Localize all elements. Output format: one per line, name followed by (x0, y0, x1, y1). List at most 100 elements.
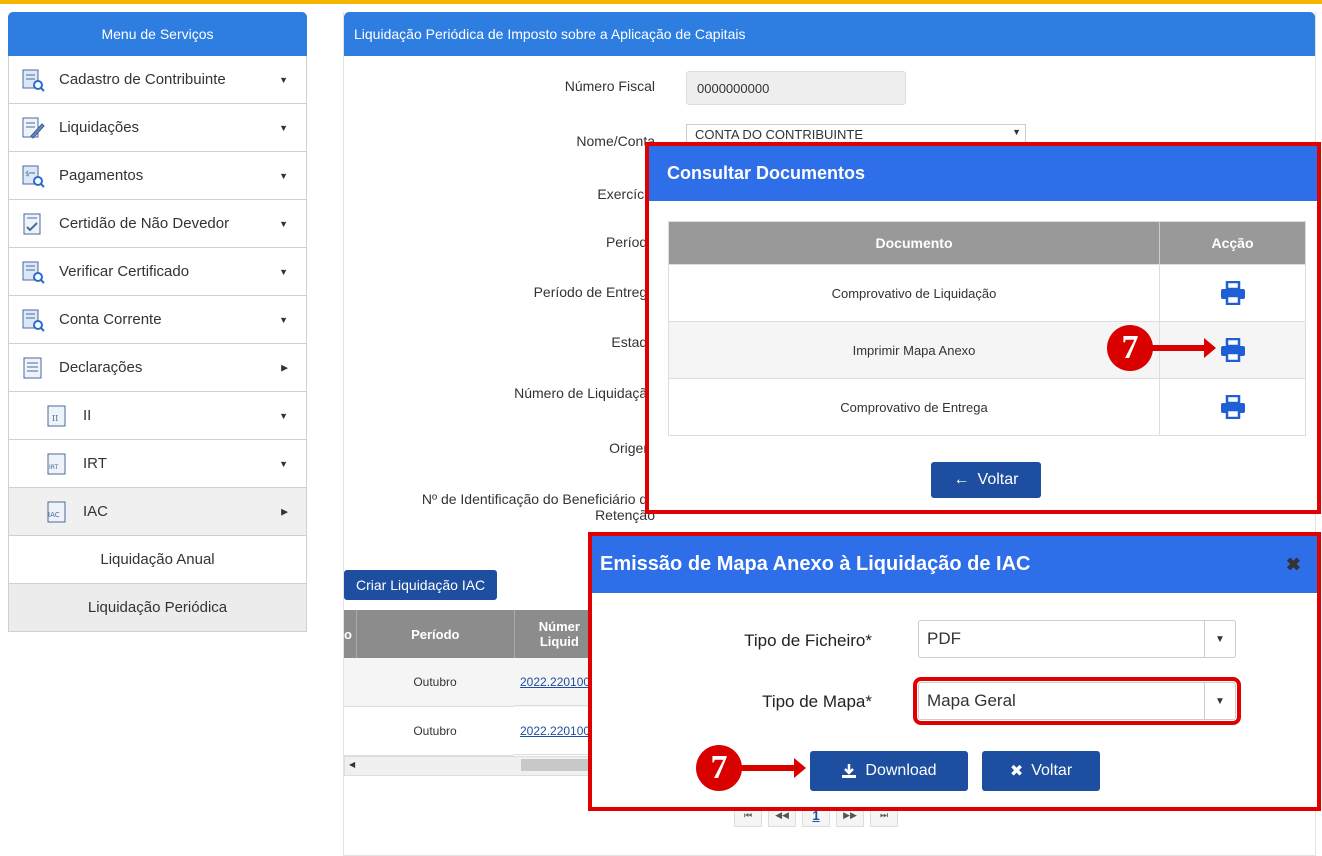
sidebar-item-conta-corrente[interactable]: Conta Corrente ▼ (8, 296, 307, 344)
svg-text:II: II (52, 414, 58, 423)
sidebar-item-cadastro[interactable]: Cadastro de Contribuinte ▼ (8, 56, 307, 104)
sidebar-item-liquidacao-periodica[interactable]: Liquidação Periódica (8, 584, 307, 632)
sidebar-item-label: Verificar Certificado (59, 263, 190, 280)
beneficiario-label: Nº de Identificação do Beneficiário da R… (421, 491, 655, 523)
chevron-down-icon: ▼ (279, 122, 288, 133)
document-search-icon: $ (21, 164, 45, 188)
voltar-button[interactable]: ← Voltar (931, 462, 1041, 498)
sidebar-item-pagamentos[interactable]: $ Pagamentos ▼ (8, 152, 307, 200)
sidebar-item-label: IRT (83, 455, 107, 472)
cell-periodo: Outubro (356, 707, 514, 756)
sidebar-item-irt[interactable]: IRT IRT ▼ (8, 440, 307, 488)
table-header: o Período Númer Liquid (344, 610, 604, 658)
arrow-right-icon (741, 758, 806, 778)
table-row: Comprovativo de Entrega (669, 378, 1305, 435)
chevron-down-icon: ▼ (1204, 621, 1235, 657)
liquidacoes-table: o Período Númer Liquid Outubro 2022.2201… (344, 610, 604, 776)
download-button[interactable]: Download (810, 751, 968, 791)
ledger-search-icon (21, 308, 45, 332)
chevron-down-icon: ▼ (279, 74, 288, 85)
document-icon (21, 356, 45, 380)
print-icon[interactable] (1220, 338, 1246, 362)
sidebar-item-declaracoes[interactable]: Declarações ▶ (8, 344, 307, 392)
page-title: Liquidação Periódica de Imposto sobre a … (344, 12, 1315, 56)
top-accent-bar (0, 0, 1322, 4)
svg-text:IRT: IRT (49, 464, 59, 471)
cell-periodo: Outubro (356, 658, 514, 707)
arrow-right-icon (1152, 338, 1216, 358)
svg-text:IAC: IAC (48, 511, 60, 519)
document-edit-icon (21, 116, 45, 140)
chevron-down-icon: ▼ (279, 314, 288, 325)
close-icon: ✖ (1009, 763, 1024, 780)
voltar-button[interactable]: ✖ Voltar (982, 751, 1100, 791)
document-name: Comprovativo de Liquidação (669, 265, 1160, 321)
close-icon[interactable]: ✖ (1286, 554, 1301, 575)
chevron-down-icon: ▼ (279, 266, 288, 277)
document-name: Comprovativo de Entrega (669, 379, 1160, 435)
sidebar-item-label: Declarações (59, 359, 143, 376)
table-row: Outubro 2022.220100 (344, 707, 604, 756)
chevron-down-icon: ▼ (1012, 127, 1021, 137)
column-header-accao: Acção (1211, 235, 1254, 251)
periodo-entrega-label: Período de Entrega (533, 284, 655, 300)
modal-title: Emissão de Mapa Anexo à Liquidação de IA… (592, 536, 1317, 593)
numero-fiscal-label: Número Fiscal (564, 78, 655, 94)
sidebar-item-liquidacoes[interactable]: Liquidações ▼ (8, 104, 307, 152)
tipo-ficheiro-select[interactable]: PDF ▼ (918, 620, 1236, 658)
document-search-icon (21, 68, 45, 92)
sidebar-item-label: Liquidações (59, 119, 140, 136)
sidebar-item-verificar-certificado[interactable]: Verificar Certificado ▼ (8, 248, 307, 296)
document-check-icon (21, 212, 45, 236)
sidebar-item-certidao[interactable]: Certidão de Não Devedor ▼ (8, 200, 307, 248)
nome-conta-label: Nome/Conta (576, 133, 655, 149)
print-icon[interactable] (1220, 281, 1246, 305)
document-irt-icon: IRT (45, 452, 69, 476)
step-badge: 7 (696, 745, 742, 791)
print-icon[interactable] (1220, 395, 1246, 419)
horizontal-scrollbar[interactable]: ◀ (344, 756, 604, 776)
tipo-mapa-label: Tipo de Mapa* (762, 692, 872, 711)
step-badge: 7 (1107, 325, 1153, 371)
tipo-ficheiro-label: Tipo de Ficheiro* (744, 631, 872, 650)
document-ii-icon: II (45, 404, 69, 428)
svg-text:$: $ (25, 170, 29, 178)
sidebar-item-ii[interactable]: II II ▼ (8, 392, 307, 440)
sidebar-item-label: Certidão de Não Devedor (59, 215, 230, 232)
document-name: Imprimir Mapa Anexo (669, 322, 1160, 378)
tipo-mapa-select[interactable]: Mapa Geral ▼ (913, 677, 1241, 725)
chevron-down-icon: ▼ (1204, 683, 1235, 719)
nome-conta-value: CONTA DO CONTRIBUINTE (695, 127, 864, 142)
numero-fiscal-field[interactable]: 0000000000 (686, 71, 906, 105)
sidebar-item-iac[interactable]: IAC IAC ▶ (8, 488, 307, 536)
sidebar-item-label: II (83, 407, 92, 424)
chevron-down-icon: ▼ (279, 410, 288, 421)
arrow-left-icon: ← (953, 471, 970, 488)
sidebar-item-label: IAC (83, 503, 109, 520)
chevron-down-icon: ▼ (279, 170, 288, 181)
criar-liquidacao-button[interactable]: Criar Liquidação IAC (344, 570, 498, 600)
scroll-left-icon[interactable]: ◀ (349, 760, 355, 769)
chevron-right-icon: ▶ (281, 506, 288, 516)
consultar-documentos-modal: Consultar Documentos Documento Acção Com… (645, 142, 1321, 514)
chevron-down-icon: ▼ (279, 458, 288, 469)
column-header-periodo: Período (355, 610, 514, 658)
modal-title: Consultar Documentos (649, 146, 1317, 201)
download-icon (842, 764, 857, 778)
column-header-documento: Documento (669, 222, 1160, 264)
table-row: Outubro 2022.220100 (344, 658, 604, 707)
chevron-down-icon: ▼ (279, 218, 288, 229)
document-iac-icon: IAC (45, 500, 69, 524)
sidebar: Menu de Serviços Cadastro de Contribuint… (8, 12, 307, 632)
table-row: Comprovativo de Liquidação (669, 264, 1305, 321)
sidebar-item-liquidacao-anual[interactable]: Liquidação Anual (8, 536, 307, 584)
certificate-search-icon (21, 260, 45, 284)
sidebar-item-label: Pagamentos (59, 167, 144, 184)
nome-conta-select[interactable]: CONTA DO CONTRIBUINTE ▼ (686, 124, 1026, 144)
numero-liquidacao-label: Número de Liquidação (514, 385, 655, 401)
sidebar-item-label: Conta Corrente (59, 311, 162, 328)
documents-table: Documento Acção Comprovativo de Liquidaç… (668, 221, 1306, 436)
sidebar-title: Menu de Serviços (8, 12, 307, 56)
column-header: o (344, 610, 356, 658)
sidebar-item-label: Cadastro de Contribuinte (59, 71, 226, 88)
